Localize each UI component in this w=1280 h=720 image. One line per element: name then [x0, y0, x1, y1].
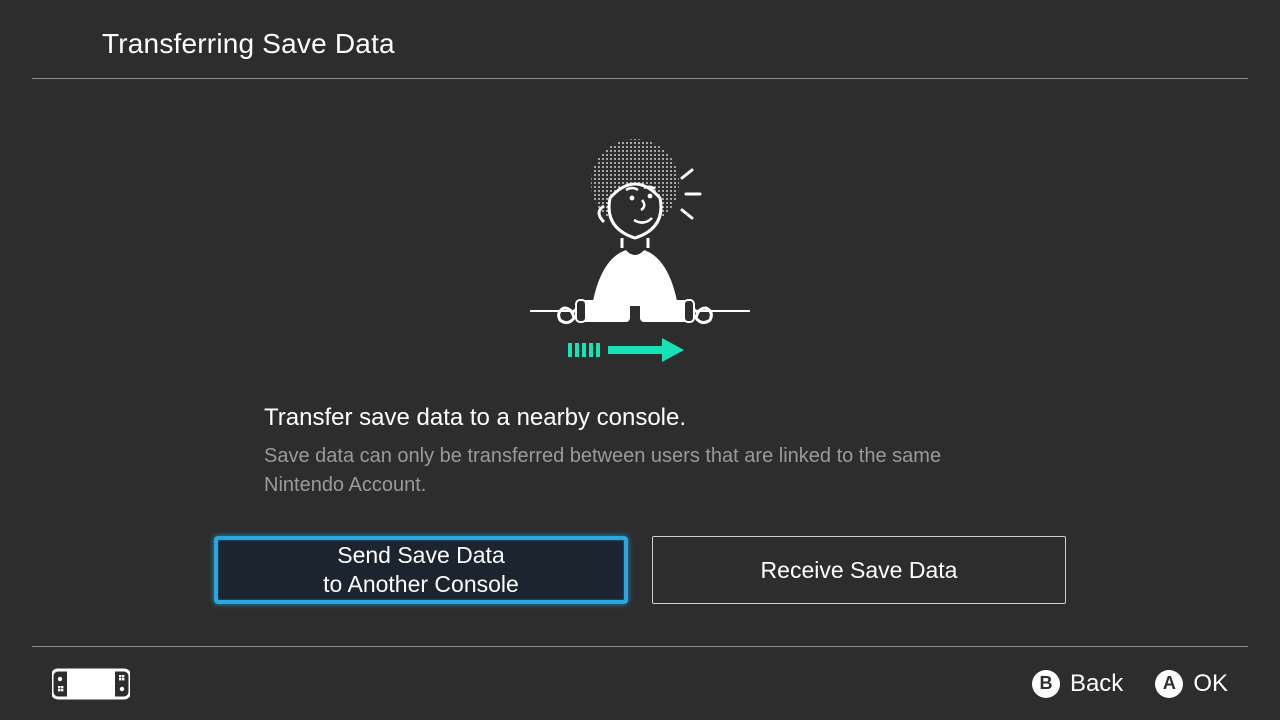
send-button-line1: Send Save Data: [337, 541, 505, 570]
receive-button-label: Receive Save Data: [761, 556, 958, 585]
hint-back-label: Back: [1070, 670, 1123, 698]
description-block: Transfer save data to a nearby console. …: [264, 404, 1016, 500]
person-holding-controllers-illustration: [530, 138, 750, 368]
button-row: Send Save Data to Another Console Receiv…: [214, 536, 1066, 604]
headline-text: Transfer save data to a nearby console.: [264, 404, 1016, 432]
page-title: Transferring Save Data: [102, 28, 1248, 60]
send-save-data-button[interactable]: Send Save Data to Another Console: [214, 536, 628, 604]
a-button-icon: A: [1155, 670, 1183, 698]
b-button-icon: B: [1032, 670, 1060, 698]
send-button-line2: to Another Console: [323, 570, 519, 599]
switch-handheld-icon: [52, 668, 130, 700]
transfer-arrow-icon: [568, 338, 684, 362]
hint-ok-label: OK: [1193, 670, 1228, 698]
header: Transferring Save Data: [32, 0, 1248, 79]
subtext: Save data can only be transferred betwee…: [264, 442, 1016, 500]
footer: B Back A OK: [32, 646, 1248, 720]
main-content: Transfer save data to a nearby console. …: [0, 90, 1280, 648]
hint-ok[interactable]: A OK: [1155, 670, 1228, 698]
receive-save-data-button[interactable]: Receive Save Data: [652, 536, 1066, 604]
button-hints: B Back A OK: [1032, 670, 1228, 698]
hint-back[interactable]: B Back: [1032, 670, 1123, 698]
